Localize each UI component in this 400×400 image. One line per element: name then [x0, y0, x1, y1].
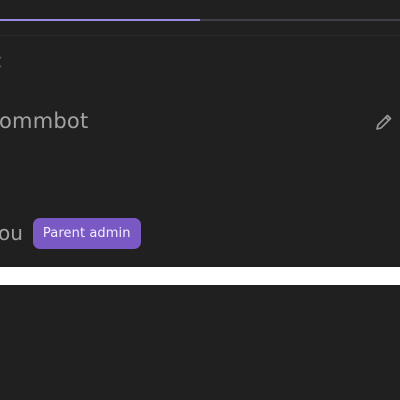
role-badge: Parent admin	[32, 217, 141, 249]
screen: ommbot ou Parent admin	[0, 0, 400, 400]
white-bar	[0, 267, 400, 285]
chevron-left-icon[interactable]	[0, 56, 6, 68]
role-label: ou	[0, 221, 23, 245]
progress-bar-fill	[0, 19, 200, 21]
pencil-icon	[376, 114, 392, 130]
edit-name-button[interactable]	[372, 110, 396, 134]
profile-name-value: ommbot	[0, 109, 89, 133]
divider	[0, 35, 400, 36]
role-row: ou Parent admin	[0, 216, 141, 250]
progress-bar	[0, 19, 400, 21]
